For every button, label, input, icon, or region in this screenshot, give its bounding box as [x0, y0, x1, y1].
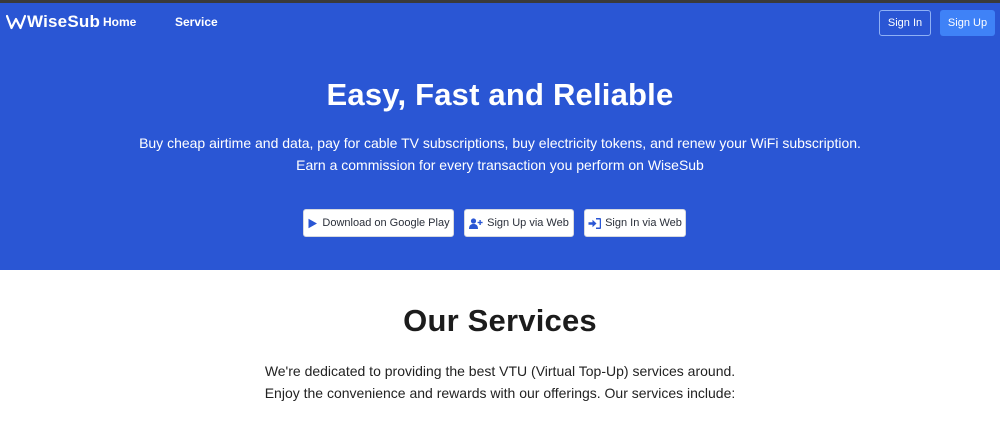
hero-subtitle-line-2: Earn a commission for every transaction …: [296, 157, 704, 173]
nav-link-home[interactable]: Home: [103, 15, 136, 29]
user-plus-icon: [469, 217, 483, 229]
sign-in-web-button[interactable]: Sign In via Web: [584, 209, 686, 237]
sign-in-icon: [588, 217, 602, 229]
hero-subtitle-line-1: Buy cheap airtime and data, pay for cabl…: [139, 135, 861, 151]
services-description-line-2: Enjoy the convenience and rewards with o…: [264, 385, 736, 401]
hero-title: Easy, Fast and Reliable: [326, 77, 674, 112]
google-play-button-label: Download on Google Play: [322, 217, 450, 229]
sign-up-button[interactable]: Sign Up: [940, 10, 995, 36]
nav-link-service[interactable]: Service: [175, 15, 218, 29]
google-play-icon: [308, 218, 318, 228]
sign-in-web-button-label: Sign In via Web: [605, 217, 682, 229]
top-navbar: WiseSub Home Service Sign In Sign Up: [0, 3, 1000, 41]
brand-logo[interactable]: WiseSub: [6, 12, 100, 32]
sign-up-web-button-label: Sign Up via Web: [487, 217, 569, 229]
logo-w-icon: [6, 14, 26, 30]
logo-text: WiseSub: [27, 12, 101, 31]
sign-up-web-button[interactable]: Sign Up via Web: [464, 209, 574, 237]
services-title: Our Services: [403, 303, 597, 338]
google-play-button[interactable]: Download on Google Play: [303, 209, 454, 237]
services-description-line-1: We're dedicated to providing the best VT…: [264, 363, 736, 379]
hero-section: WiseSub Home Service Sign In Sign Up Eas…: [0, 3, 1000, 270]
sign-in-button[interactable]: Sign In: [879, 10, 931, 36]
